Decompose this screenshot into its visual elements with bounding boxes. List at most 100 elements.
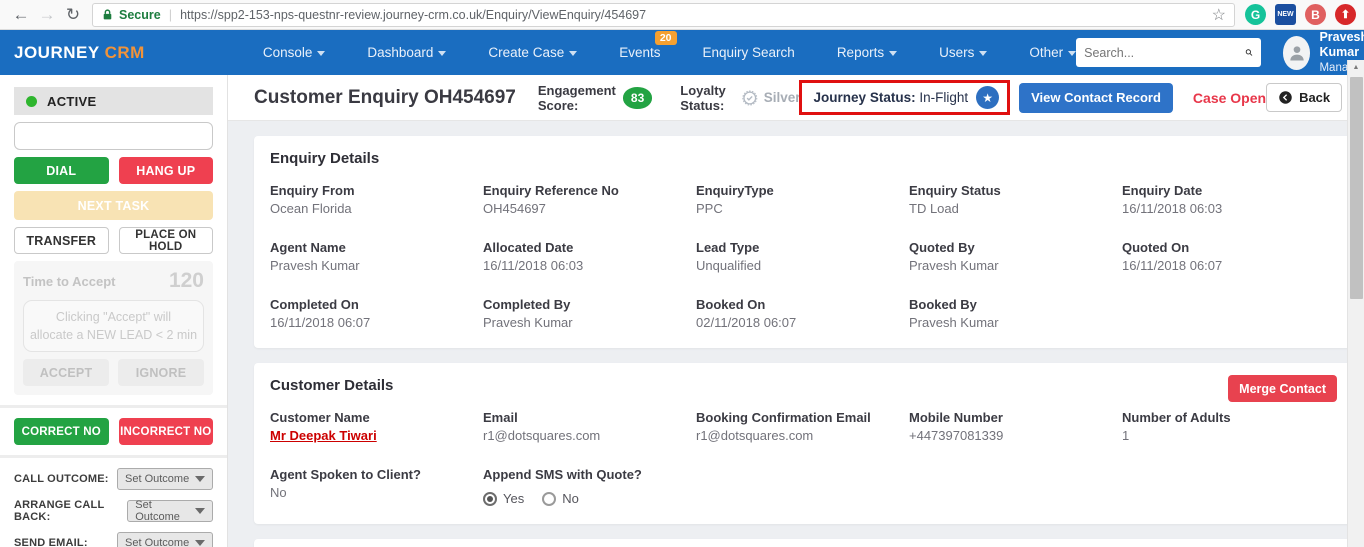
person-icon bbox=[1290, 45, 1304, 60]
chevron-down-icon bbox=[195, 508, 205, 515]
address-bar[interactable]: Secure | https://spp2-153-nps-questnr-re… bbox=[92, 2, 1235, 27]
field-label: Email bbox=[483, 410, 518, 425]
field-label: Booked On bbox=[696, 297, 766, 312]
journey-status-value: In-Flight bbox=[919, 90, 969, 105]
app-logo[interactable]: JOURNEY CRM bbox=[14, 43, 145, 63]
field-label: Enquiry Date bbox=[1122, 183, 1203, 198]
nav-item-other[interactable]: Other bbox=[1029, 45, 1077, 60]
field-label: Agent Spoken to Client? bbox=[270, 467, 421, 482]
chevron-down-icon bbox=[979, 51, 988, 56]
field-label: Mobile Number bbox=[909, 410, 1003, 425]
bookmark-star-icon[interactable]: ☆ bbox=[1212, 5, 1226, 25]
back-label: Back bbox=[1299, 90, 1331, 105]
extension-grammarly-icon[interactable]: G bbox=[1245, 4, 1266, 25]
extension-new-icon[interactable]: NEW bbox=[1275, 4, 1296, 25]
search-icon[interactable] bbox=[1245, 45, 1253, 60]
browser-reload-icon[interactable]: ↻ bbox=[60, 5, 86, 25]
field-value: Pravesh Kumar bbox=[270, 258, 360, 273]
field-label: Booking Confirmation Email bbox=[696, 410, 871, 425]
field-value: Unqualified bbox=[696, 258, 762, 273]
page-scrollbar[interactable]: ▲ bbox=[1347, 60, 1364, 547]
journey-star-icon: ★ bbox=[976, 86, 1000, 109]
field-booking-confirmation-email: Booking Confirmation Email r1@dotsquares.… bbox=[696, 410, 909, 443]
customer-name-link[interactable]: Mr Deepak Tiwari bbox=[270, 428, 483, 443]
view-contact-record-button[interactable]: View Contact Record bbox=[1019, 82, 1173, 113]
nav-item-dashboard[interactable]: Dashboard bbox=[367, 45, 447, 60]
send-email-label: SEND EMAIL: bbox=[14, 537, 88, 547]
scrollbar-up-arrow-icon[interactable]: ▲ bbox=[1348, 60, 1364, 75]
append-sms-yes-option[interactable]: Yes bbox=[483, 491, 524, 506]
global-search-box[interactable] bbox=[1076, 38, 1262, 67]
field-customer-name: Customer Name Mr Deepak Tiwari bbox=[270, 410, 483, 443]
journey-status-text: Journey Status: In-Flight bbox=[814, 90, 969, 105]
events-count-badge: 20 bbox=[654, 31, 677, 45]
accept-hint-line2: allocate a NEW LEAD < 2 min bbox=[29, 328, 198, 343]
radio-no-label: No bbox=[562, 491, 579, 506]
field-booked-on: Booked On 02/11/2018 06:07 bbox=[696, 297, 909, 330]
enquiry-header: Customer Enquiry OH454697 Engagement Sco… bbox=[228, 75, 1364, 121]
time-to-accept-value: 120 bbox=[168, 269, 204, 292]
incorrect-no-button[interactable]: INCORRECT NO bbox=[118, 418, 213, 446]
chevron-down-icon bbox=[569, 51, 578, 56]
field-booked-by: Booked By Pravesh Kumar bbox=[909, 297, 1122, 330]
nav-label: Users bbox=[939, 45, 975, 60]
radio-checked-icon[interactable] bbox=[483, 491, 497, 506]
call-control-sidebar: ACTIVE DIAL HANG UP NEXT TASK TRANSFER P… bbox=[0, 75, 228, 547]
browser-back-icon[interactable]: ← bbox=[8, 5, 34, 25]
url-text[interactable]: https://spp2-153-nps-questnr-review.jour… bbox=[180, 8, 1204, 22]
customer-details-title: Customer Details bbox=[270, 377, 394, 394]
field-value: 16/11/2018 06:07 bbox=[270, 315, 371, 330]
accept-hint-line1: Clicking "Accept" will bbox=[55, 310, 172, 324]
nav-item-users[interactable]: Users bbox=[939, 45, 988, 60]
back-button[interactable]: Back bbox=[1266, 83, 1343, 112]
phone-number-field[interactable] bbox=[14, 122, 213, 150]
nav-item-create-case[interactable]: Create Case bbox=[488, 45, 578, 60]
field-label: Number of Adults bbox=[1122, 410, 1231, 425]
field-value: 16/11/2018 06:03 bbox=[483, 258, 584, 273]
field-enquiry-from: Enquiry From Ocean Florida bbox=[270, 183, 483, 216]
dial-button[interactable]: DIAL bbox=[14, 157, 109, 184]
scrollbar-thumb[interactable] bbox=[1350, 77, 1363, 299]
phone-number-input[interactable] bbox=[29, 128, 205, 144]
chevron-down-icon bbox=[1068, 51, 1077, 56]
search-input[interactable] bbox=[1084, 45, 1246, 60]
send-email-select[interactable]: Set Outcome bbox=[117, 532, 213, 547]
nav-item-console[interactable]: Console bbox=[263, 45, 326, 60]
field-value: r1@dotsquares.com bbox=[696, 428, 814, 443]
ignore-button[interactable]: IGNORE bbox=[118, 359, 204, 387]
merge-contact-button[interactable]: Merge Contact bbox=[1228, 375, 1337, 402]
call-outcome-select[interactable]: Set Outcome bbox=[117, 468, 213, 491]
field-label: Booked By bbox=[909, 297, 977, 312]
field-label: EnquiryType bbox=[696, 183, 774, 198]
extension-b-icon[interactable]: B bbox=[1305, 4, 1326, 25]
nav-item-enquiry-search[interactable]: Enquiry Search bbox=[703, 45, 795, 60]
field-email: Email r1@dotsquares.com bbox=[483, 410, 696, 443]
journey-status-label: Journey Status: bbox=[813, 90, 916, 105]
extension-up-icon[interactable]: ⬆ bbox=[1335, 4, 1356, 25]
loyalty-status-value: Silver bbox=[763, 90, 801, 105]
transfer-button[interactable]: TRANSFER bbox=[14, 227, 109, 254]
nav-item-events[interactable]: Events 20 bbox=[619, 31, 677, 60]
field-enquiry-type: EnquiryType PPC bbox=[696, 183, 909, 216]
hang-up-button[interactable]: HANG UP bbox=[118, 157, 213, 184]
active-status-dot-icon bbox=[26, 95, 37, 107]
append-sms-no-option[interactable]: No bbox=[542, 491, 579, 506]
next-task-button[interactable]: NEXT TASK bbox=[14, 191, 213, 220]
agent-status-label: ACTIVE bbox=[47, 93, 97, 109]
secure-label: Secure bbox=[119, 7, 161, 22]
field-label: Quoted On bbox=[1122, 240, 1190, 255]
radio-unchecked-icon[interactable] bbox=[542, 491, 557, 506]
field-label: Customer Name bbox=[270, 410, 370, 425]
accept-hint-text: Clicking "Accept" will allocate a NEW LE… bbox=[23, 300, 204, 353]
nav-item-reports[interactable]: Reports bbox=[836, 45, 898, 60]
journey-status-highlight: Journey Status: In-Flight ★ bbox=[798, 80, 1011, 115]
logo-journey: JOURNEY bbox=[14, 42, 100, 62]
nav-label: Reports bbox=[836, 45, 885, 60]
select-value: Set Outcome bbox=[125, 473, 190, 486]
correct-no-button[interactable]: CORRECT NO bbox=[14, 418, 109, 446]
nav-label: Dashboard bbox=[367, 45, 434, 60]
arrange-call-back-select[interactable]: Set Outcome bbox=[127, 499, 213, 523]
engagement-score-label: Engagement Score: bbox=[537, 82, 616, 113]
accept-button[interactable]: ACCEPT bbox=[23, 359, 109, 387]
place-on-hold-button[interactable]: PLACE ON HOLD bbox=[118, 227, 213, 254]
